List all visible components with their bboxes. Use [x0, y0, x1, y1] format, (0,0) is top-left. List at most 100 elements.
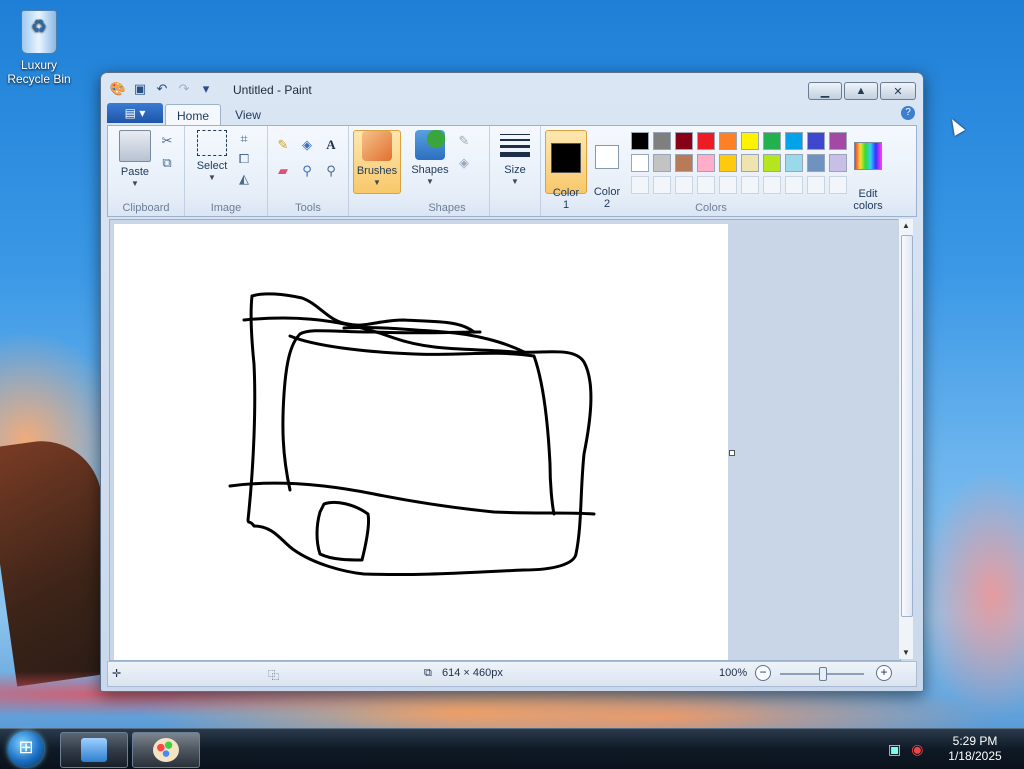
color-swatch[interactable]: [697, 154, 715, 172]
crop-icon[interactable]: ⌗: [235, 130, 253, 148]
paint-menu-button[interactable]: ▤ ▾: [107, 103, 163, 123]
customize-qat-icon[interactable]: ▾: [197, 81, 215, 97]
color-swatch[interactable]: [719, 154, 737, 172]
paste-icon: [119, 130, 151, 162]
line-thin: [500, 133, 530, 135]
help-icon[interactable]: ?: [901, 106, 915, 120]
custom-color-slot[interactable]: [829, 176, 847, 194]
title-bar[interactable]: 🎨 ▣ ↶ ↷ ▾ Untitled - Paint ▁ ▲ ✕: [101, 73, 923, 103]
paint-icon: [153, 738, 179, 762]
color-swatch[interactable]: [763, 132, 781, 150]
color-swatch[interactable]: [675, 154, 693, 172]
chevron-down-icon: ▼: [373, 178, 381, 187]
zoom-out-button[interactable]: −: [755, 665, 771, 681]
group-label-shapes: Shapes: [428, 202, 466, 214]
brushes-button[interactable]: Brushes ▼: [353, 130, 401, 194]
custom-color-slot[interactable]: [631, 176, 649, 194]
color-swatch[interactable]: [675, 132, 693, 150]
custom-color-slot[interactable]: [653, 176, 671, 194]
canvas-resize-handle[interactable]: [729, 450, 735, 456]
line-medium: [500, 138, 530, 141]
color-picker-icon[interactable]: ⚲: [298, 162, 316, 180]
clock-date: 1/18/2025: [948, 749, 1002, 763]
text-icon[interactable]: A: [322, 136, 340, 154]
color-swatch[interactable]: [741, 132, 759, 150]
color-swatch[interactable]: [653, 132, 671, 150]
taskbar-explorer-button[interactable]: [60, 732, 128, 768]
magnifier-icon[interactable]: ⚲: [322, 162, 340, 180]
custom-color-slot[interactable]: [675, 176, 693, 194]
vertical-scrollbar[interactable]: ▲ ▼: [898, 219, 913, 659]
color-swatch[interactable]: [697, 132, 715, 150]
color-swatch[interactable]: [719, 132, 737, 150]
copy-icon[interactable]: ⧉: [158, 154, 176, 172]
taskbar-clock[interactable]: 5:29 PM 1/18/2025: [940, 734, 1010, 764]
cursor-position-icon: ✛: [112, 668, 122, 680]
custom-color-slot[interactable]: [807, 176, 825, 194]
edit-colors-icon: [854, 142, 882, 170]
start-button[interactable]: ⊞: [8, 731, 44, 767]
close-button[interactable]: ✕: [880, 82, 916, 100]
color-swatch[interactable]: [631, 132, 649, 150]
size-label: Size: [504, 164, 526, 176]
size-button[interactable]: Size ▼: [492, 130, 538, 186]
color-swatch[interactable]: [653, 154, 671, 172]
color-swatch[interactable]: [763, 154, 781, 172]
custom-color-slot[interactable]: [741, 176, 759, 194]
rotate-icon[interactable]: ◭: [235, 170, 253, 188]
color2-button[interactable]: Color 2: [587, 130, 627, 210]
color-swatch[interactable]: [785, 132, 803, 150]
volume-icon[interactable]: ◉: [911, 741, 923, 758]
paste-button[interactable]: Paste ▼: [112, 130, 158, 188]
zoom-in-button[interactable]: +: [876, 665, 892, 681]
color-swatch[interactable]: [741, 154, 759, 172]
drawing-canvas[interactable]: [114, 224, 728, 660]
tab-view[interactable]: View: [225, 104, 271, 125]
zoom-slider-thumb[interactable]: [819, 667, 827, 681]
taskbar-paint-button[interactable]: [132, 732, 200, 768]
custom-color-slot[interactable]: [697, 176, 715, 194]
scroll-thumb[interactable]: [901, 235, 913, 617]
network-icon[interactable]: ▣: [888, 741, 901, 758]
custom-color-slot[interactable]: [785, 176, 803, 194]
fill-shape-icon[interactable]: ◈: [455, 154, 473, 172]
save-icon[interactable]: ▣: [131, 81, 149, 97]
paint-app-icon[interactable]: 🎨: [109, 81, 127, 97]
color-swatch[interactable]: [829, 154, 847, 172]
desktop-icon-label: Luxury Recycle Bin: [7, 58, 71, 86]
color-swatch[interactable]: [631, 154, 649, 172]
clock-time: 5:29 PM: [952, 734, 998, 748]
group-label-colors: Colors: [695, 202, 727, 214]
select-button[interactable]: Select ▼: [189, 130, 235, 182]
redo-icon[interactable]: ↷: [175, 81, 193, 97]
resize-icon[interactable]: ⧠: [235, 150, 253, 168]
color-swatch[interactable]: [829, 132, 847, 150]
window-title: Untitled - Paint: [233, 83, 312, 97]
brushes-group: Brushes ▼: [349, 126, 405, 216]
undo-icon[interactable]: ↶: [153, 81, 171, 97]
color-swatch[interactable]: [807, 132, 825, 150]
tab-home[interactable]: Home: [165, 104, 221, 126]
outline-icon[interactable]: ✎: [455, 132, 473, 150]
scroll-down-icon[interactable]: ▼: [899, 648, 913, 657]
custom-color-slot[interactable]: [719, 176, 737, 194]
canvas-workspace: [109, 219, 901, 661]
maximize-button[interactable]: ▲: [844, 82, 878, 100]
fill-icon[interactable]: ◈: [298, 136, 316, 154]
desktop-icon-recycle-bin[interactable]: Luxury Recycle Bin: [6, 10, 72, 86]
custom-color-slot[interactable]: [763, 176, 781, 194]
edit-colors-button[interactable]: Edit colors: [847, 130, 889, 212]
color-swatch[interactable]: [785, 154, 803, 172]
pencil-icon[interactable]: ✎: [274, 136, 292, 154]
shapes-group: Shapes ▼ ✎ ◈ Shapes: [405, 126, 490, 216]
cut-icon[interactable]: ✂: [158, 132, 176, 150]
color-swatch[interactable]: [807, 154, 825, 172]
shapes-button[interactable]: Shapes ▼: [407, 130, 453, 186]
taskbar: ⊞ ▣ ◉ 5:29 PM 1/18/2025: [0, 728, 1024, 769]
color1-button[interactable]: Color 1: [545, 130, 587, 211]
scroll-up-icon[interactable]: ▲: [899, 221, 913, 230]
size-group: Size ▼: [490, 126, 541, 216]
minimize-button[interactable]: ▁: [808, 82, 842, 100]
system-tray: ▣ ◉: [888, 741, 923, 758]
eraser-icon[interactable]: ▰: [274, 162, 292, 180]
